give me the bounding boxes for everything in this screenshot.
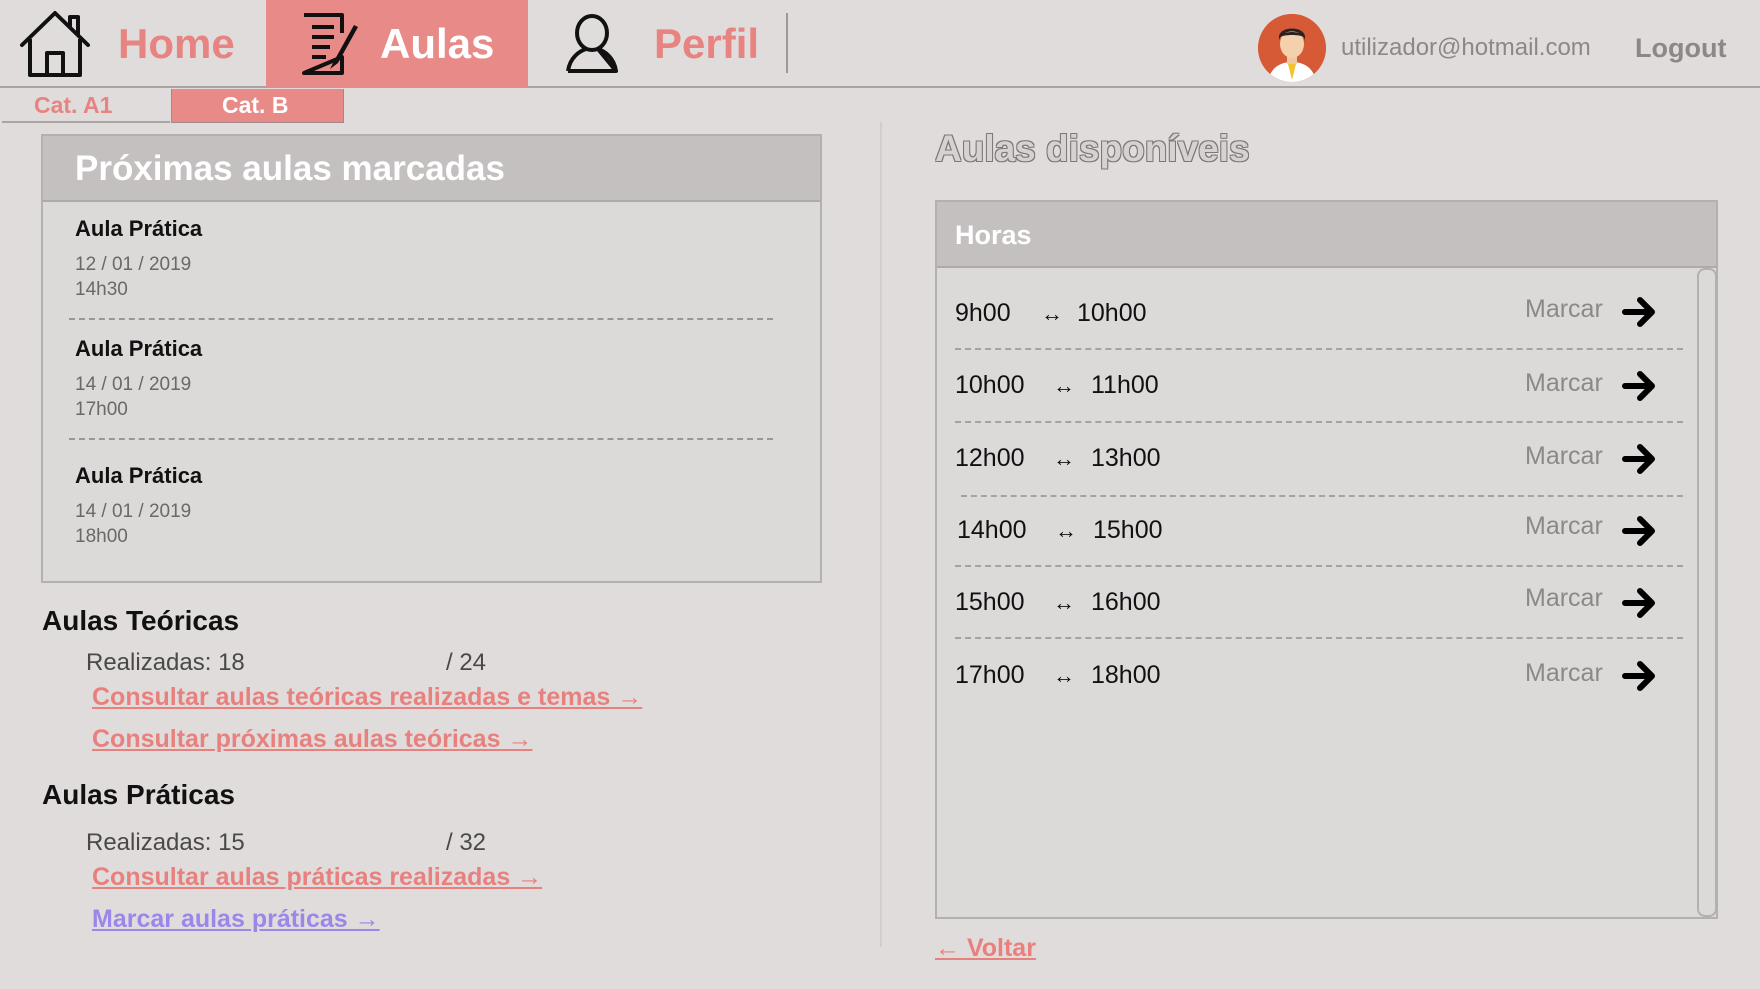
book-button[interactable]: Marcar	[1525, 512, 1603, 541]
logout-button[interactable]: Logout	[1635, 33, 1726, 64]
practice-total: / 32	[446, 829, 487, 856]
arrow-right-icon[interactable]	[1622, 514, 1656, 548]
tab-cat-a1[interactable]: Cat. A1	[2, 89, 170, 123]
arrow-right-icon[interactable]	[1622, 369, 1656, 403]
lesson-date: 14 / 01 / 2019	[75, 374, 192, 395]
theory-completed-link[interactable]: Consultar aulas teóricas realizadas e te…	[92, 683, 642, 712]
lesson-time: 14h30	[75, 279, 128, 300]
nav-perfil[interactable]: Perfil	[528, 0, 786, 88]
range-arrow: ↔	[1053, 590, 1075, 615]
book-button[interactable]: Marcar	[1525, 295, 1603, 324]
range-arrow: ↔	[1053, 446, 1075, 471]
divider	[955, 421, 1683, 423]
nav-home[interactable]: Home	[0, 0, 266, 88]
book-button[interactable]: Marcar	[1525, 659, 1603, 688]
range-arrow: ↔	[1055, 518, 1077, 543]
slot-end: 18h00	[1091, 661, 1161, 689]
time-slot: 14h00 ↔ 15h00 Marcar	[955, 512, 1685, 552]
hours-header: Horas	[937, 202, 1716, 268]
hours-panel: Horas 9h00 ↔ 10h00 Marcar 10h00 ↔ 11h00 …	[935, 200, 1718, 919]
document-edit-icon	[300, 11, 362, 77]
divider	[69, 318, 773, 320]
user-email: utilizador@hotmail.com	[1341, 34, 1591, 61]
time-slot: 10h00 ↔ 11h00 Marcar	[955, 367, 1685, 407]
divider	[955, 348, 1683, 350]
upcoming-lessons-title: Próximas aulas marcadas	[43, 136, 820, 202]
practice-done: Realizadas: 15	[86, 829, 245, 856]
lesson-time: 17h00	[75, 399, 128, 420]
time-slot: 9h00 ↔ 10h00 Marcar	[955, 295, 1685, 335]
lesson-item: Aula Prática 12 / 01 / 2019 14h30	[75, 216, 785, 301]
arrow-right-icon[interactable]	[1622, 442, 1656, 476]
available-lessons-title: Aulas disponíveis	[935, 128, 1250, 169]
range-arrow: ↔	[1053, 663, 1075, 688]
lesson-type: Aula Prática	[75, 216, 203, 241]
tab-cat-b[interactable]: Cat. B	[171, 89, 344, 123]
slot-start: 14h00	[957, 516, 1027, 544]
book-button[interactable]: Marcar	[1525, 369, 1603, 398]
theory-done: Realizadas: 18	[86, 649, 245, 676]
range-arrow: ↔	[1053, 373, 1075, 398]
book-practice-link[interactable]: Marcar aulas práticas →	[92, 905, 380, 934]
slot-end: 13h00	[1091, 444, 1161, 472]
time-slot: 17h00 ↔ 18h00 Marcar	[955, 657, 1685, 697]
arrow-right-icon[interactable]	[1622, 659, 1656, 693]
time-slot: 12h00 ↔ 13h00 Marcar	[955, 440, 1685, 480]
slot-start: 12h00	[955, 444, 1025, 472]
slot-start: 17h00	[955, 661, 1025, 689]
lesson-type: Aula Prática	[75, 336, 203, 361]
arrow-right-icon[interactable]	[1622, 295, 1656, 329]
range-arrow: ↔	[1041, 301, 1063, 326]
slot-start: 10h00	[955, 371, 1025, 399]
avatar[interactable]	[1258, 14, 1326, 82]
nav-home-label: Home	[118, 20, 235, 67]
theory-total: / 24	[446, 649, 487, 676]
book-button[interactable]: Marcar	[1525, 442, 1603, 471]
upcoming-lessons-panel: Próximas aulas marcadas Aula Prática 12 …	[41, 134, 822, 583]
nav-divider	[786, 13, 788, 73]
user-icon	[564, 13, 620, 75]
nav-perfil-label: Perfil	[654, 20, 760, 67]
home-icon	[18, 9, 92, 79]
lesson-date: 12 / 01 / 2019	[75, 254, 192, 275]
slot-end: 15h00	[1093, 516, 1163, 544]
theory-upcoming-link[interactable]: Consultar próximas aulas teóricas →	[92, 725, 532, 754]
arrow-right-icon[interactable]	[1622, 586, 1656, 620]
practice-title: Aulas Práticas	[42, 779, 235, 810]
column-divider	[880, 122, 882, 947]
divider	[69, 438, 773, 440]
lesson-date: 14 / 01 / 2019	[75, 501, 192, 522]
divider	[961, 495, 1683, 497]
nav-aulas-label: Aulas	[380, 20, 495, 67]
slot-start: 15h00	[955, 588, 1025, 616]
slot-end: 16h00	[1091, 588, 1161, 616]
nav-aulas[interactable]: Aulas	[266, 0, 528, 88]
theory-title: Aulas Teóricas	[42, 605, 240, 636]
back-link[interactable]: ← Voltar	[935, 934, 1036, 963]
slot-end: 11h00	[1091, 371, 1159, 399]
practice-completed-link[interactable]: Consultar aulas práticas realizadas →	[92, 863, 542, 892]
top-navigation: Home Aulas Perfil utilizador@hotmail.com…	[0, 0, 1760, 88]
lesson-time: 18h00	[75, 526, 128, 547]
time-slot: 15h00 ↔ 16h00 Marcar	[955, 584, 1685, 624]
lesson-item: Aula Prática 14 / 01 / 2019 18h00	[75, 463, 785, 548]
divider	[955, 565, 1683, 567]
slot-start: 9h00	[955, 299, 1011, 327]
divider	[955, 637, 1683, 639]
lesson-type: Aula Prática	[75, 463, 203, 488]
scrollbar[interactable]	[1697, 268, 1717, 917]
book-button[interactable]: Marcar	[1525, 584, 1603, 613]
slot-end: 10h00	[1077, 299, 1147, 327]
lesson-item: Aula Prática 14 / 01 / 2019 17h00	[75, 336, 785, 421]
